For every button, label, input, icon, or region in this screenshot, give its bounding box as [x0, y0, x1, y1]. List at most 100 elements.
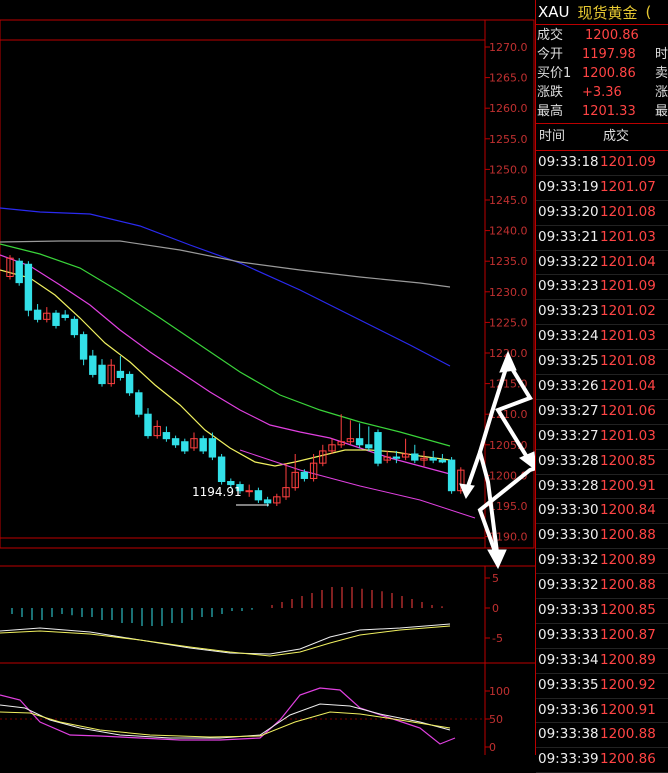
tick-time: 09:33:23 — [538, 303, 599, 320]
tick-row[interactable]: 09:33:27 1201.03 — [536, 425, 668, 450]
header-extra: ( — [645, 3, 652, 21]
tick-time: 09:33:20 — [538, 203, 599, 220]
tick-price: 1200.88 — [600, 577, 656, 594]
tick-time: 09:33:33 — [538, 626, 599, 643]
tick-row[interactable]: 09:33:33 1200.87 — [536, 624, 668, 649]
ma-green-line — [0, 243, 451, 447]
candle-body — [254, 490, 263, 501]
tick-row[interactable]: 09:33:33 1200.85 — [536, 599, 668, 624]
tick-time: 09:33:34 — [538, 651, 599, 668]
kdj-tick-label: 100 — [489, 685, 510, 698]
tick-price: 1201.09 — [600, 278, 656, 295]
ma-blue-line — [0, 207, 451, 367]
candle-body — [245, 490, 253, 493]
tick-price: 1200.91 — [600, 477, 656, 494]
tick-row[interactable]: 09:33:18 1201.09 — [536, 151, 668, 176]
price-tick-label: 1235.0 — [489, 255, 528, 268]
quote-value: 1197.98 — [581, 47, 636, 62]
kdj-tick-label: 0 — [489, 741, 496, 754]
candle-body — [411, 453, 419, 461]
price-column-header: 成交 — [603, 129, 630, 144]
tick-price: 1200.84 — [600, 502, 656, 519]
kdj-white-line — [0, 703, 451, 739]
tick-row[interactable]: 09:33:23 1201.09 — [536, 275, 668, 301]
tick-row[interactable]: 09:33:27 1201.06 — [536, 400, 668, 425]
tick-price: 1200.92 — [600, 676, 656, 693]
tick-price: 1201.04 — [600, 253, 656, 270]
candle-body — [89, 355, 97, 375]
tick-price: 1201.08 — [600, 203, 656, 220]
tick-row[interactable]: 09:33:36 1200.91 — [536, 699, 668, 724]
tick-time: 09:33:25 — [538, 353, 599, 370]
tick-row[interactable]: 09:33:21 1201.03 — [536, 226, 668, 251]
candle-body — [181, 441, 189, 452]
price-tick-label: 1270.0 — [489, 41, 528, 54]
macd-tick-label: 5 — [492, 572, 499, 585]
price-tick-label: 1195.0 — [489, 500, 528, 513]
tick-time: 09:33:18 — [538, 154, 599, 170]
tick-price: 1200.88 — [600, 726, 656, 743]
candlestick-chart[interactable]: 1270.0 1265.0 1260.0 1255.0 1250.0 1245.0 1240… — [0, 0, 535, 755]
ma-yellow-line — [0, 269, 451, 467]
candle-body — [300, 471, 309, 479]
tick-row[interactable]: 09:33:25 1201.08 — [536, 350, 668, 376]
quote-row: 最高 1201.33 最 — [536, 102, 668, 121]
price-axis: 1270.0 1265.0 1260.0 1255.0 1250.0 1245.0 1240… — [485, 41, 528, 544]
tick-row[interactable]: 09:33:24 1201.03 — [536, 325, 668, 351]
tick-row[interactable]: 09:33:35 1200.92 — [536, 674, 668, 699]
tick-row[interactable]: 09:33:28 1200.85 — [536, 450, 668, 475]
tick-price: 1201.03 — [600, 427, 656, 444]
tick-price: 1201.02 — [600, 303, 656, 320]
tick-time: 09:33:39 — [538, 751, 599, 768]
quote-panel: XAU 现货黄金 ( 成交 1200.86 今开 1197.98 时买价1 1200.86… — [535, 0, 668, 773]
tick-price: 1201.08 — [600, 353, 656, 370]
tick-row[interactable]: 09:33:39 1200.86 — [536, 748, 668, 773]
candle-body — [98, 364, 106, 385]
quote-row: 成交 1200.86 — [536, 26, 668, 45]
moving-average-lines — [0, 207, 476, 519]
tick-row[interactable]: 09:33:30 1200.88 — [536, 524, 668, 550]
tick-row[interactable]: 09:33:30 1200.84 — [536, 499, 668, 525]
candle-body — [365, 444, 373, 449]
tick-row[interactable]: 09:33:23 1201.02 — [536, 300, 668, 326]
price-tick-label: 1255.0 — [489, 133, 528, 146]
tick-price: 1200.89 — [600, 651, 656, 668]
tick-row[interactable]: 09:33:20 1201.08 — [536, 201, 668, 226]
candles — [6, 255, 465, 507]
quote-header: XAU 现货黄金 ( — [536, 0, 668, 25]
quote-list: 成交 1200.86 今开 1197.98 时买价1 1200.86 卖涨跌 +3.36 涨最高… — [536, 25, 668, 124]
kdj-tick-label: 50 — [489, 713, 503, 726]
candle-body — [217, 456, 226, 483]
price-tick-label: 1240.0 — [489, 225, 528, 238]
tick-row[interactable]: 09:33:38 1200.88 — [536, 723, 668, 749]
tick-price: 1201.03 — [600, 328, 656, 345]
tick-time: 09:33:28 — [538, 452, 599, 469]
tick-price: 1201.09 — [600, 154, 656, 170]
candle-body — [438, 459, 447, 463]
kdj-magenta-line — [0, 687, 456, 745]
instrument-name: 现货黄金 — [577, 3, 638, 22]
tick-row[interactable]: 09:33:32 1200.89 — [536, 549, 668, 575]
macd-tick-label: 0 — [492, 602, 499, 615]
tick-row[interactable]: 09:33:22 1201.04 — [536, 251, 668, 276]
quote-label: 涨跌 — [537, 85, 564, 100]
tick-time: 09:33:33 — [538, 602, 599, 619]
tick-time: 09:33:32 — [538, 577, 599, 594]
price-tick-label: 1210.0 — [489, 408, 528, 421]
tick-row[interactable]: 09:33:34 1200.89 — [536, 649, 668, 674]
tick-time: 09:33:19 — [538, 178, 599, 195]
tick-time: 09:33:30 — [538, 527, 599, 544]
tick-row[interactable]: 09:33:19 1201.07 — [536, 176, 668, 201]
candle-body — [171, 438, 180, 446]
tick-row[interactable]: 09:33:32 1200.88 — [536, 574, 668, 600]
tick-row[interactable]: 09:33:28 1200.91 — [536, 475, 668, 500]
tick-price: 1201.07 — [600, 178, 656, 195]
candle-body — [355, 438, 364, 446]
tick-price: 1200.88 — [600, 527, 656, 544]
tick-row[interactable]: 09:33:26 1201.04 — [536, 375, 668, 400]
tick-price: 1200.86 — [600, 751, 656, 768]
candle-body — [125, 373, 134, 394]
tick-list[interactable]: 09:33:18 1201.09 09:33:19 1201.07 09:33:20 12… — [536, 151, 668, 773]
candle-body — [447, 459, 456, 492]
price-tick-label: 1260.0 — [489, 102, 528, 115]
